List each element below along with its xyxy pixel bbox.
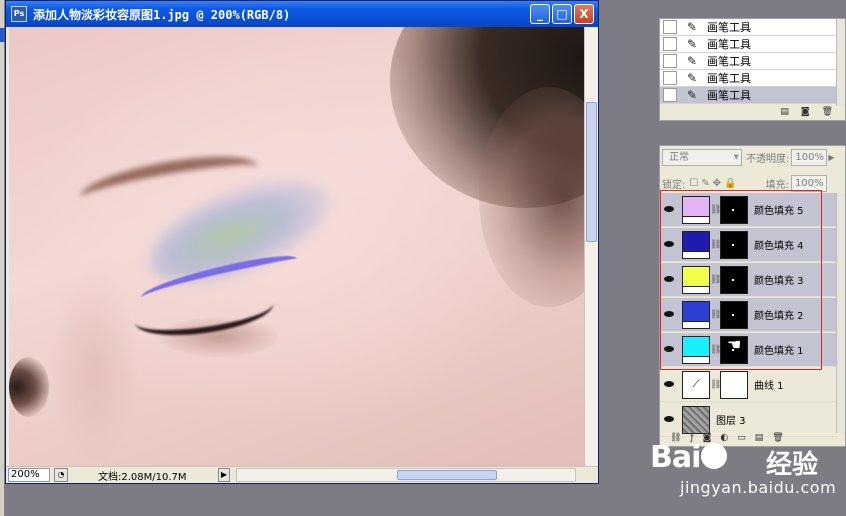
window-controls: _ □ X	[530, 4, 594, 24]
baidu-paw-icon	[701, 442, 728, 469]
brush-icon: ✎	[687, 20, 698, 34]
photo-second-eye	[9, 357, 49, 417]
pixel-layer-thumbnail	[682, 405, 710, 434]
history-item[interactable]: ✎ 画笔工具	[660, 53, 837, 70]
layer-row[interactable]: ⟋ ⛓ 曲线 1	[660, 368, 837, 402]
history-footer: ▤ ◙ 🗑	[660, 107, 845, 120]
layer-mask-thumbnail[interactable]	[720, 370, 748, 399]
new-document-icon[interactable]: ▤	[780, 107, 789, 120]
blend-opacity-row: 正常 不透明度: 100% ▶	[662, 149, 835, 166]
history-panel: ✎ 画笔工具 ✎ 画笔工具 ✎ 画笔工具 ✎ 画笔工具 ✎ 画笔工具 ▤ ◙ 🗑	[659, 18, 846, 121]
watermark-url: jingyan.baidu.com	[680, 478, 837, 497]
layer-row[interactable]: 图层 3	[660, 403, 837, 437]
document-window: Ps 添加人物淡彩妆容原图1.jpg @ 200%(RGB/8) _ □ X 2…	[5, 0, 599, 484]
vertical-scrollbar[interactable]	[584, 27, 598, 466]
layers-scrollbar[interactable]	[836, 193, 845, 433]
document-size-info: 文档:2.08M/10.7M	[98, 471, 187, 483]
history-item-label: 画笔工具	[707, 55, 751, 68]
image-canvas[interactable]	[9, 27, 584, 466]
status-bar: 200% ◔ 文档:2.08M/10.7M ▶	[6, 466, 598, 483]
visibility-eye-icon[interactable]	[660, 379, 678, 390]
history-item-label: 画笔工具	[707, 38, 751, 51]
history-item-label: 画笔工具	[707, 89, 751, 102]
history-snapshot-checkbox[interactable]	[663, 54, 677, 68]
photoshop-app-icon: Ps	[11, 6, 27, 22]
history-item-label: 画笔工具	[707, 72, 751, 85]
minimize-button[interactable]: _	[530, 4, 550, 24]
curves-adjustment-icon: ⟋	[682, 370, 710, 399]
lock-icons[interactable]: ☐✎✥🔒	[689, 178, 739, 189]
trash-icon[interactable]: 🗑	[822, 107, 833, 120]
lock-label: 锁定:	[662, 180, 686, 191]
layer-name: 图层 3	[716, 416, 746, 427]
hand-cursor-icon: ☚	[727, 335, 742, 354]
watermark-brand-suffix: 经验	[766, 450, 819, 480]
horizontal-scroll-thumb[interactable]	[397, 470, 497, 480]
opacity-label: 不透明度:	[746, 154, 790, 165]
horizontal-scrollbar[interactable]	[236, 468, 576, 482]
photo-shading	[49, 267, 139, 466]
blend-mode-select[interactable]: 正常	[662, 149, 742, 166]
link-chain-icon[interactable]: ⛓	[710, 380, 721, 390]
maximize-button[interactable]: □	[552, 4, 572, 24]
status-arrow-icon[interactable]: ▶	[218, 468, 230, 482]
brush-icon: ✎	[687, 71, 698, 85]
history-item-selected[interactable]: ✎ 画笔工具	[660, 87, 837, 104]
watermark-brand-text: Bai	[650, 440, 701, 475]
watermark-brand: Bai	[650, 440, 728, 475]
fill-label: 填充:	[765, 180, 789, 191]
history-snapshot-checkbox[interactable]	[663, 37, 677, 51]
brush-icon: ✎	[687, 37, 698, 51]
visibility-eye-icon[interactable]	[660, 414, 678, 425]
document-titlebar[interactable]: Ps 添加人物淡彩妆容原图1.jpg @ 200%(RGB/8) _ □ X	[6, 1, 598, 27]
history-item[interactable]: ✎ 画笔工具	[660, 19, 837, 36]
history-item[interactable]: ✎ 画笔工具	[660, 36, 837, 53]
document-title: 添加人物淡彩妆容原图1.jpg @ 200%(RGB/8)	[33, 7, 291, 22]
history-scrollbar[interactable]	[836, 19, 845, 106]
baidu-jingyan-watermark: Bai 经验 jingyan.baidu.com	[650, 440, 846, 510]
history-item[interactable]: ✎ 画笔工具	[660, 70, 837, 87]
close-button[interactable]: X	[574, 4, 594, 24]
opacity-input[interactable]: 100%	[791, 149, 828, 166]
history-snapshot-checkbox[interactable]	[663, 88, 677, 102]
history-snapshot-checkbox[interactable]	[663, 20, 677, 34]
zoom-field[interactable]: 200%	[8, 468, 50, 482]
brush-icon: ✎	[687, 88, 698, 102]
opacity-arrow-icon[interactable]: ▶	[828, 153, 834, 162]
status-menu-icon[interactable]: ◔	[54, 468, 68, 482]
history-snapshot-checkbox[interactable]	[663, 71, 677, 85]
snapshot-camera-icon[interactable]: ◙	[801, 107, 810, 120]
vertical-scroll-thumb[interactable]	[586, 102, 597, 242]
history-item-label: 画笔工具	[707, 21, 751, 34]
layer-name: 曲线 1	[754, 381, 784, 392]
brush-icon: ✎	[687, 54, 698, 68]
